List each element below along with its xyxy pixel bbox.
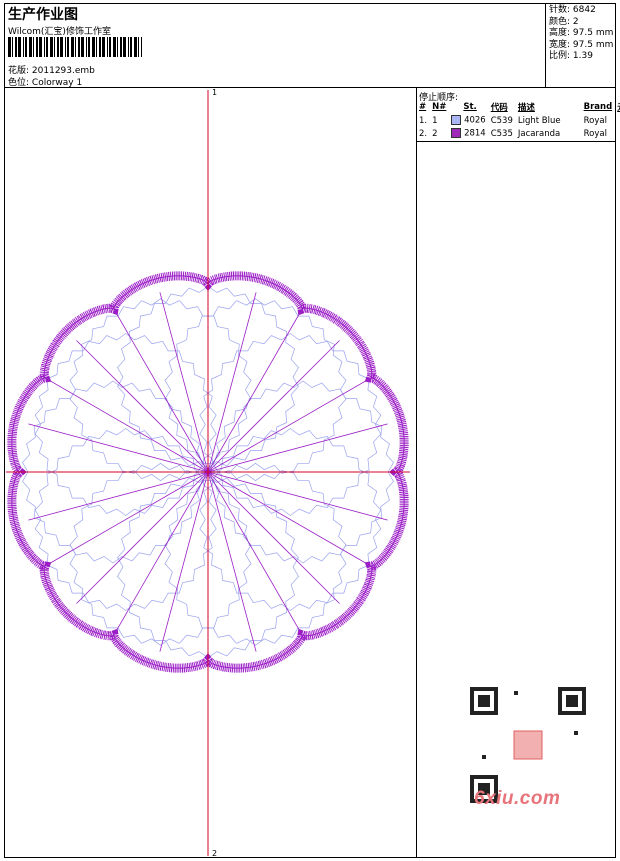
col-st: St. bbox=[463, 102, 477, 112]
colorway-line: 色位: Colorway 1 bbox=[8, 75, 82, 88]
studio-name: Wilcom(汇宝)修饰工作室 bbox=[8, 27, 111, 37]
table-row: 1. 1 4026 C539 Light Blue Royal bbox=[419, 115, 607, 126]
stops-divider bbox=[416, 141, 616, 142]
colorway-label: 色位: bbox=[8, 78, 30, 88]
embroidery-design bbox=[6, 90, 410, 856]
stat-width: 宽度: 97.5 mm bbox=[549, 39, 614, 50]
stat-colors: 颜色: 2 bbox=[549, 16, 579, 27]
stat-scale: 比例: 1.39 bbox=[549, 51, 593, 61]
stats-divider bbox=[545, 3, 546, 88]
watermark-text: 6xiu.com bbox=[474, 788, 561, 809]
colorway-value: Colorway 1 bbox=[31, 78, 83, 88]
page-title: 生产作业图 bbox=[8, 7, 78, 23]
stats-panel: 针数: 6842 颜色: 2 高度: 97.5 mm 宽度: 97.5 mm 比… bbox=[549, 5, 613, 63]
barcode bbox=[8, 37, 142, 57]
stat-height: 高度: 97.5 mm bbox=[549, 28, 614, 38]
color-swatch bbox=[451, 115, 462, 126]
axis-label-bottom: 2 bbox=[212, 849, 218, 858]
col-code: 代码 bbox=[490, 103, 508, 113]
qr-logo-icon bbox=[513, 730, 543, 760]
col-index: # bbox=[419, 102, 427, 112]
col-brand: Brand bbox=[583, 102, 613, 112]
col-n: N# bbox=[432, 102, 447, 112]
stat-stitches: 针数: 6842 bbox=[549, 5, 596, 15]
axis-label-top: 1 bbox=[212, 88, 218, 97]
col-desc: 描述 bbox=[517, 103, 535, 113]
stops-header-row: # N# St. 代码 描述 Brand 元素 bbox=[417, 101, 620, 114]
panel-divider bbox=[416, 87, 417, 858]
table-row: 2. 2 2814 C535 Jacaranda Royal bbox=[419, 128, 607, 139]
header-divider bbox=[4, 87, 616, 88]
col-element: 元素 bbox=[615, 101, 620, 114]
color-swatch bbox=[451, 128, 462, 139]
stops-table: # N# St. 代码 描述 Brand 元素 1. 1 4026 C539 L… bbox=[417, 101, 620, 140]
